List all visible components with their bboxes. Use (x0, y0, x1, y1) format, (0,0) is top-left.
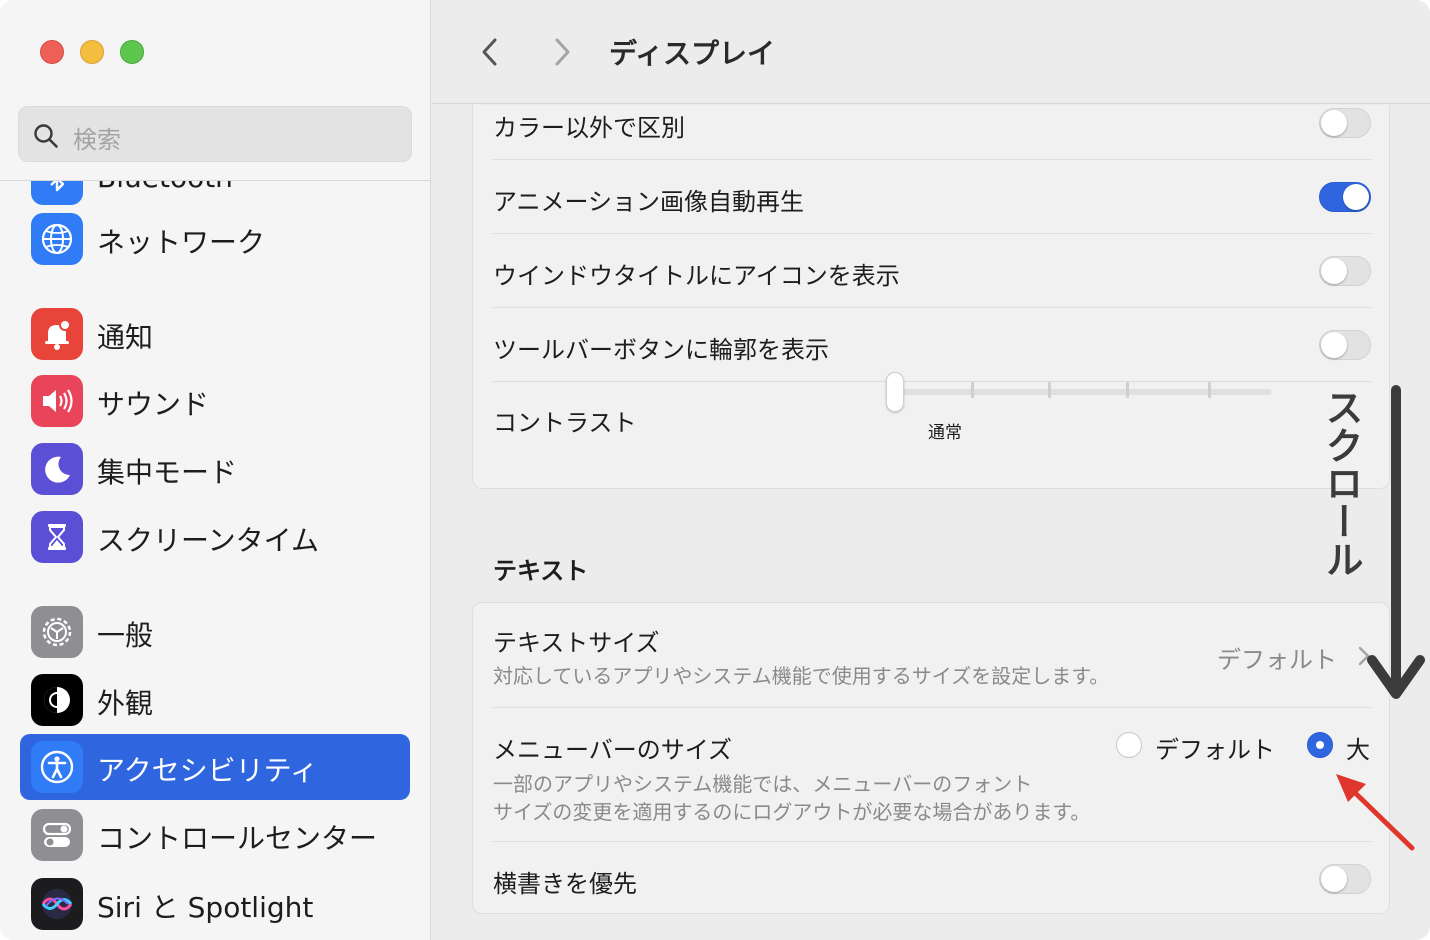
row-description: 対応しているアプリやシステム機能で使用するサイズを設定します。 (493, 664, 1110, 688)
row-differentiate-without-color: カラー以外で区別 (493, 105, 1371, 148)
toggles-icon (31, 809, 83, 861)
row-toolbar-button-shapes: ツールバーボタンに輪郭を表示 (493, 308, 1371, 380)
contrast-label: コントラスト (493, 409, 637, 437)
sidebar-item-label: 通知 (97, 321, 154, 354)
differentiate-without-color-toggle[interactable] (1319, 108, 1371, 138)
search-icon (33, 123, 59, 149)
row-description: 一部のアプリやシステム機能では、メニューバーのフォント (493, 772, 1033, 796)
text-options-group: テキストサイズ 対応しているアプリやシステム機能で使用するサイズを設定します。 … (472, 602, 1390, 914)
toggle-knob (1343, 184, 1369, 210)
toggle-knob (1321, 258, 1347, 284)
menubar-size-large-radio[interactable] (1307, 732, 1333, 758)
window-title-icons-toggle[interactable] (1319, 256, 1371, 286)
sidebar-item-notifications[interactable]: 通知 (20, 301, 410, 367)
sidebar-item-general[interactable]: 一般 (20, 599, 410, 665)
appearance-icon (31, 674, 83, 726)
row-label: アニメーション画像自動再生 (493, 188, 805, 216)
zoom-window-button[interactable] (120, 40, 144, 64)
contrast-slider-knob[interactable] (886, 372, 904, 412)
close-window-button[interactable] (40, 40, 64, 64)
sidebar-item-network[interactable]: ネットワーク (20, 206, 410, 272)
text-section-title: テキスト (493, 557, 589, 585)
search-placeholder: 検索 (73, 126, 121, 154)
sidebar-item-siri-spotlight[interactable]: Siri と Spotlight (20, 871, 410, 937)
sidebar-item-label: 一般 (97, 619, 154, 652)
sidebar-item-control-center[interactable]: コントロールセンター (20, 802, 410, 868)
autoplay-animated-images-toggle[interactable] (1319, 182, 1371, 212)
sidebar-item-label: Bluetooth (97, 181, 233, 194)
toggle-knob (1321, 866, 1347, 892)
sidebar-item-label: コントロールセンター (97, 822, 378, 855)
siri-icon (31, 878, 83, 930)
row-autoplay-animated-images: アニメーション画像自動再生 (493, 160, 1371, 232)
toolbar-button-shapes-toggle[interactable] (1319, 330, 1371, 360)
sidebar-item-label: 集中モード (97, 456, 238, 489)
chevron-right-icon (1358, 646, 1370, 666)
row-description: サイズの変更を適用するのにログアウトが必要な場合があります。 (493, 800, 1091, 824)
speaker-icon (31, 375, 83, 427)
bell-icon (31, 308, 83, 360)
sidebar-item-screen-time[interactable]: スクリーンタイム (20, 504, 410, 570)
settings-window: 検索 Bluetooth ネットワーク 通知 (0, 0, 1430, 940)
sidebar-item-sound[interactable]: サウンド (20, 368, 410, 434)
row-label: ツールバーボタンに輪郭を表示 (493, 336, 829, 364)
radio-label: 大 (1346, 736, 1370, 764)
slider-tick (1048, 382, 1051, 398)
chevron-left-icon (482, 38, 497, 66)
minimize-window-button[interactable] (80, 40, 104, 64)
moon-icon (31, 443, 83, 495)
bluetooth-icon (31, 181, 83, 205)
page-title: ディスプレイ (609, 37, 776, 70)
slider-tick (1126, 382, 1129, 398)
menubar-size-default-radio[interactable] (1116, 732, 1142, 758)
slider-tick (971, 382, 974, 398)
display-options-group: カラー以外で区別 アニメーション画像自動再生 ウインドウタイトルにアイコンを表示… (472, 105, 1390, 489)
back-button[interactable] (470, 32, 510, 72)
scroll-annotation: スクロール (1319, 388, 1363, 578)
row-menubar-size: メニューバーのサイズ 一部のアプリやシステム機能では、メニューバーのフォント サ… (493, 708, 1371, 840)
contrast-slider-track[interactable] (885, 389, 1271, 395)
slider-tick (1208, 382, 1211, 398)
hourglass-icon (31, 511, 83, 563)
row-text-size[interactable]: テキストサイズ 対応しているアプリやシステム機能で使用するサイズを設定します。 … (493, 603, 1371, 707)
chevron-right-icon (555, 38, 570, 66)
search-field[interactable]: 検索 (18, 106, 412, 162)
toggle-knob (1321, 110, 1347, 136)
row-label: メニューバーのサイズ (493, 736, 733, 764)
sidebar-item-accessibility[interactable]: アクセシビリティ (20, 734, 410, 800)
row-prefer-horizontal-text: 横書きを優先 (493, 842, 1371, 914)
settings-content: カラー以外で区別 アニメーション画像自動再生 ウインドウタイトルにアイコンを表示… (432, 105, 1430, 940)
globe-icon (31, 213, 83, 265)
row-divider (493, 381, 1371, 382)
row-label: 横書きを優先 (493, 870, 637, 898)
forward-button[interactable] (542, 32, 582, 72)
accessibility-icon (31, 741, 83, 793)
row-label: テキストサイズ (493, 629, 660, 657)
radio-label: デフォルト (1155, 736, 1275, 764)
sidebar-item-label: Siri と Spotlight (97, 891, 314, 924)
contrast-value-label: 通常 (928, 423, 962, 443)
sidebar-item-label: サウンド (97, 388, 210, 421)
gear-icon (31, 606, 83, 658)
sidebar-item-label: ネットワーク (97, 226, 266, 259)
sidebar-item-label: 外観 (97, 687, 154, 720)
sidebar-item-focus[interactable]: 集中モード (20, 436, 410, 502)
row-label: カラー以外で区別 (493, 114, 685, 142)
text-size-value: デフォルト (1217, 646, 1337, 674)
sidebar-item-label: アクセシビリティ (97, 754, 318, 787)
toolbar: ディスプレイ (432, 0, 1430, 104)
sidebar-item-appearance[interactable]: 外観 (20, 667, 410, 733)
row-label: ウインドウタイトルにアイコンを表示 (493, 262, 900, 290)
prefer-horizontal-text-toggle[interactable] (1319, 864, 1371, 894)
sidebar-item-label: スクリーンタイム (97, 524, 320, 557)
sidebar-list: Bluetooth ネットワーク 通知 サウンド (0, 181, 430, 940)
sidebar: 検索 Bluetooth ネットワーク 通知 (0, 0, 431, 940)
row-window-title-icons: ウインドウタイトルにアイコンを表示 (493, 234, 1371, 306)
toggle-knob (1321, 332, 1347, 358)
